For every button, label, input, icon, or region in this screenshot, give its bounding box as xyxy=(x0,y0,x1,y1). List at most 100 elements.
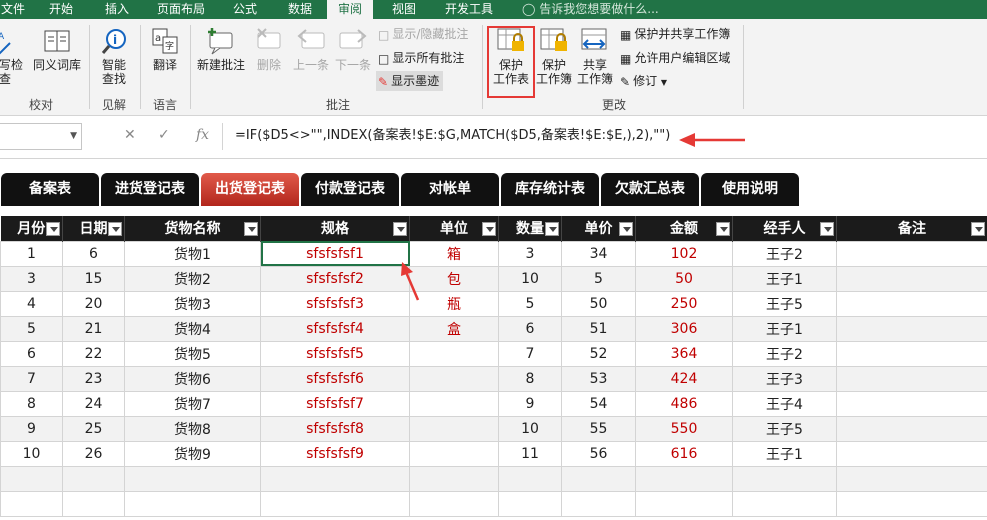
table-cell[interactable]: 9 xyxy=(0,415,63,442)
name-box[interactable]: ▼ xyxy=(0,123,82,150)
table-cell[interactable]: sfsfsfsf8 xyxy=(260,415,410,442)
table-cell[interactable]: 王子2 xyxy=(732,340,837,367)
table-cell[interactable] xyxy=(62,465,125,492)
table-cell[interactable]: 7 xyxy=(0,365,63,392)
table-cell[interactable]: 54 xyxy=(561,390,636,417)
table-cell[interactable]: 货物2 xyxy=(124,265,261,292)
tab-file[interactable]: 文件 xyxy=(0,0,30,19)
table-cell[interactable]: sfsfsfsf7 xyxy=(260,390,410,417)
table-cell[interactable] xyxy=(62,490,125,517)
table-cell[interactable] xyxy=(836,365,987,392)
table-cell[interactable] xyxy=(836,340,987,367)
table-cell[interactable]: 550 xyxy=(635,415,733,442)
table-cell[interactable]: 货物3 xyxy=(124,290,261,317)
table-cell[interactable] xyxy=(836,315,987,342)
show-all-comments-button[interactable]: □ 显示所有批注 xyxy=(378,48,464,68)
table-cell[interactable]: 货物8 xyxy=(124,415,261,442)
table-cell[interactable]: 55 xyxy=(561,415,636,442)
nav-button-shipment[interactable]: 出货登记表 xyxy=(201,173,299,206)
filter-dropdown-icon[interactable] xyxy=(108,222,122,236)
table-cell[interactable]: 24 xyxy=(62,390,125,417)
table-cell[interactable]: 6 xyxy=(62,240,125,267)
table-cell[interactable] xyxy=(561,465,636,492)
table-cell[interactable]: 货物9 xyxy=(124,440,261,467)
table-cell[interactable]: 王子4 xyxy=(732,390,837,417)
table-cell[interactable]: 50 xyxy=(635,265,733,292)
table-cell[interactable]: 王子5 xyxy=(732,290,837,317)
enter-check-icon[interactable]: ✓ xyxy=(158,127,170,143)
table-cell[interactable]: 货物6 xyxy=(124,365,261,392)
tab-home[interactable]: 开始 xyxy=(44,0,78,19)
table-cell[interactable]: sfsfsfsf3 xyxy=(260,290,410,317)
track-changes-button[interactable]: ✎ 修订 ▼ xyxy=(620,71,667,91)
tab-data[interactable]: 数据 xyxy=(283,0,317,19)
table-cell[interactable] xyxy=(836,290,987,317)
table-cell[interactable] xyxy=(836,265,987,292)
tab-developer[interactable]: 开发工具 xyxy=(440,0,498,19)
insert-function-icon[interactable]: fx xyxy=(196,127,209,143)
table-cell[interactable]: 8 xyxy=(498,365,562,392)
table-cell[interactable] xyxy=(561,490,636,517)
cancel-icon[interactable]: ✕ xyxy=(124,127,136,143)
table-cell[interactable] xyxy=(836,465,987,492)
table-cell[interactable] xyxy=(732,490,837,517)
table-cell[interactable]: 5 xyxy=(561,265,636,292)
formula-input[interactable]: =IF($D5<>"",INDEX(备案表!$E:$G,MATCH($D5,备案… xyxy=(222,123,987,150)
filter-dropdown-icon[interactable] xyxy=(393,222,407,236)
table-cell[interactable] xyxy=(635,490,733,517)
table-cell[interactable]: 424 xyxy=(635,365,733,392)
table-cell[interactable] xyxy=(409,390,499,417)
filter-dropdown-icon[interactable] xyxy=(545,222,559,236)
table-cell[interactable] xyxy=(409,340,499,367)
nav-button-filing[interactable]: 备案表 xyxy=(1,173,99,206)
table-cell[interactable]: 486 xyxy=(635,390,733,417)
nav-button-instructions[interactable]: 使用说明 xyxy=(701,173,799,206)
nav-button-inventory[interactable]: 库存统计表 xyxy=(501,173,599,206)
table-cell[interactable]: 王子2 xyxy=(732,240,837,267)
table-cell[interactable]: 250 xyxy=(635,290,733,317)
table-cell[interactable]: 盒 xyxy=(409,315,499,342)
protect-workbook-button[interactable]: 保护 工作簿 xyxy=(534,27,574,86)
nav-button-purchase[interactable]: 进货登记表 xyxy=(101,173,199,206)
table-cell[interactable]: sfsfsfsf2 xyxy=(260,265,410,292)
table-cell[interactable]: 货物1 xyxy=(124,240,261,267)
table-cell[interactable]: 21 xyxy=(62,315,125,342)
filter-dropdown-icon[interactable] xyxy=(971,222,985,236)
table-cell[interactable] xyxy=(409,440,499,467)
table-cell[interactable]: 616 xyxy=(635,440,733,467)
table-cell[interactable]: 9 xyxy=(498,390,562,417)
table-cell[interactable] xyxy=(0,465,63,492)
tab-view[interactable]: 视图 xyxy=(387,0,421,19)
table-cell[interactable] xyxy=(498,490,562,517)
table-cell[interactable]: 11 xyxy=(498,440,562,467)
table-cell[interactable]: 56 xyxy=(561,440,636,467)
table-cell[interactable]: 26 xyxy=(62,440,125,467)
tab-review[interactable]: 审阅 xyxy=(327,0,373,19)
table-cell[interactable]: 3 xyxy=(498,240,562,267)
previous-comment-button[interactable]: 上一条 xyxy=(289,27,333,72)
table-cell[interactable]: 10 xyxy=(498,265,562,292)
table-cell[interactable] xyxy=(836,490,987,517)
table-cell[interactable]: 货物4 xyxy=(124,315,261,342)
table-cell[interactable]: sfsfsfsf6 xyxy=(260,365,410,392)
table-cell[interactable]: 22 xyxy=(62,340,125,367)
share-workbook-button[interactable]: 共享 工作簿 xyxy=(575,27,615,86)
filter-dropdown-icon[interactable] xyxy=(482,222,496,236)
filter-dropdown-icon[interactable] xyxy=(820,222,834,236)
filter-dropdown-icon[interactable] xyxy=(716,222,730,236)
table-cell[interactable] xyxy=(836,390,987,417)
table-cell[interactable]: 51 xyxy=(561,315,636,342)
tab-page-layout[interactable]: 页面布局 xyxy=(152,0,210,19)
table-cell[interactable]: 6 xyxy=(0,340,63,367)
table-cell[interactable]: sfsfsfsf5 xyxy=(260,340,410,367)
table-cell[interactable]: 5 xyxy=(498,290,562,317)
table-cell[interactable]: 4 xyxy=(0,290,63,317)
table-cell[interactable]: 货物5 xyxy=(124,340,261,367)
table-cell[interactable]: sfsfsfsf9 xyxy=(260,440,410,467)
table-cell[interactable]: 3 xyxy=(0,265,63,292)
translate-button[interactable]: a字 翻译 xyxy=(144,27,186,72)
table-cell[interactable] xyxy=(836,240,987,267)
table-cell[interactable]: 25 xyxy=(62,415,125,442)
tab-formulas[interactable]: 公式 xyxy=(228,0,262,19)
table-cell[interactable] xyxy=(732,465,837,492)
